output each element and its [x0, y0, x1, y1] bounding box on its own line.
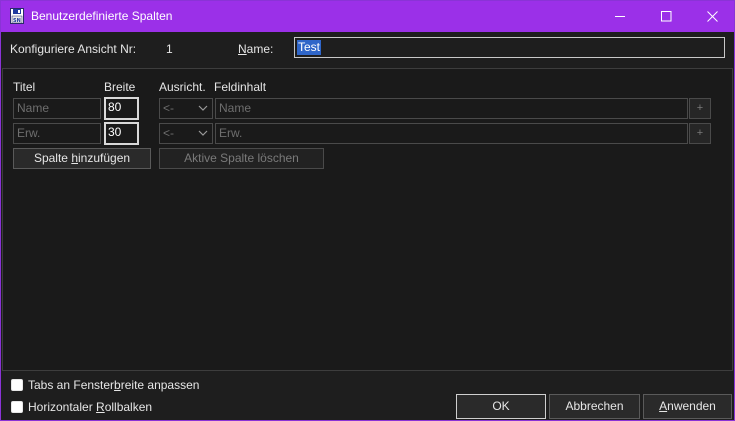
- configure-view-label: Konfiguriere Ansicht Nr:: [10, 42, 137, 56]
- row-1-width-input[interactable]: 80: [104, 97, 139, 120]
- close-icon: [706, 11, 718, 22]
- view-name-value: Test: [297, 40, 322, 55]
- row-2-alignment-value: <-: [163, 126, 175, 140]
- add-column-button[interactable]: Spalte hinzufügen: [13, 148, 151, 169]
- apply-button[interactable]: Anwenden: [643, 394, 732, 419]
- horizontal-scrollbar-checkbox[interactable]: [11, 401, 23, 413]
- fit-tabs-label-pre: Tabs an Fenster: [28, 378, 115, 392]
- name-label: Name:: [238, 42, 274, 56]
- hscroll-label-pre: Horizontaler: [28, 400, 97, 414]
- hscroll-label-post: ollbalken: [104, 400, 153, 414]
- row-1-alignment-value: <-: [163, 101, 175, 115]
- maximize-button[interactable]: [643, 1, 689, 32]
- column-header-width: Breite: [104, 80, 136, 94]
- column-header-alignment: Ausricht.: [159, 80, 206, 94]
- chevron-down-icon: [198, 130, 208, 136]
- row-1-title-input[interactable]: Name: [13, 98, 101, 119]
- fit-tabs-checkbox[interactable]: [11, 379, 23, 391]
- horizontal-scrollbar-label: Horizontaler Rollbalken: [28, 400, 152, 414]
- view-name-input[interactable]: Test: [294, 37, 725, 58]
- maximize-icon: [660, 11, 671, 22]
- row-2-width-input[interactable]: 30: [104, 122, 139, 145]
- window-title: Benutzerdefinierte Spalten: [31, 9, 173, 23]
- cancel-button[interactable]: Abbrechen: [549, 394, 640, 419]
- row-1-alignment-select[interactable]: <-: [159, 98, 213, 119]
- row-2-field-content-input[interactable]: Erw.: [215, 123, 688, 144]
- add-column-label-post: inzufügen: [78, 151, 131, 165]
- columns-panel: Titel Breite Ausricht. Feldinhalt Name 8…: [2, 68, 733, 371]
- fit-tabs-label: Tabs an Fensterbreite anpassen: [28, 378, 199, 392]
- hscroll-label-accel: R: [96, 400, 105, 414]
- apply-label-post: nwenden: [667, 399, 716, 413]
- ok-button[interactable]: OK: [456, 394, 546, 419]
- dialog-window: SN Benutzerdefinierte Spalten Konfigurie…: [0, 0, 735, 421]
- minimize-button[interactable]: [597, 1, 643, 32]
- svg-text:SN: SN: [13, 18, 21, 24]
- minimize-icon: [614, 16, 625, 17]
- close-button[interactable]: [689, 1, 735, 32]
- row-1-plus-button[interactable]: +: [689, 98, 711, 119]
- view-number: 1: [166, 42, 173, 56]
- apply-label-accel: A: [659, 399, 668, 413]
- fit-tabs-label-post: reite anpassen: [120, 378, 200, 392]
- fit-tabs-label-accel: b: [114, 378, 121, 392]
- delete-active-column-button[interactable]: Aktive Spalte löschen: [159, 148, 324, 169]
- add-column-label-accel: h: [71, 151, 78, 165]
- add-column-label-pre: Spalte: [33, 151, 72, 165]
- row-2-title-input[interactable]: Erw.: [13, 123, 101, 144]
- row-2-alignment-select[interactable]: <-: [159, 123, 213, 144]
- floppy-list-icon: SN: [10, 8, 24, 24]
- row-2-plus-button[interactable]: +: [689, 123, 711, 144]
- title-bar[interactable]: SN Benutzerdefinierte Spalten: [1, 1, 734, 32]
- column-header-title: Titel: [13, 80, 36, 94]
- row-1-field-content-input[interactable]: Name: [215, 98, 688, 119]
- column-header-field-content: Feldinhalt: [214, 80, 267, 94]
- chevron-down-icon: [198, 105, 208, 111]
